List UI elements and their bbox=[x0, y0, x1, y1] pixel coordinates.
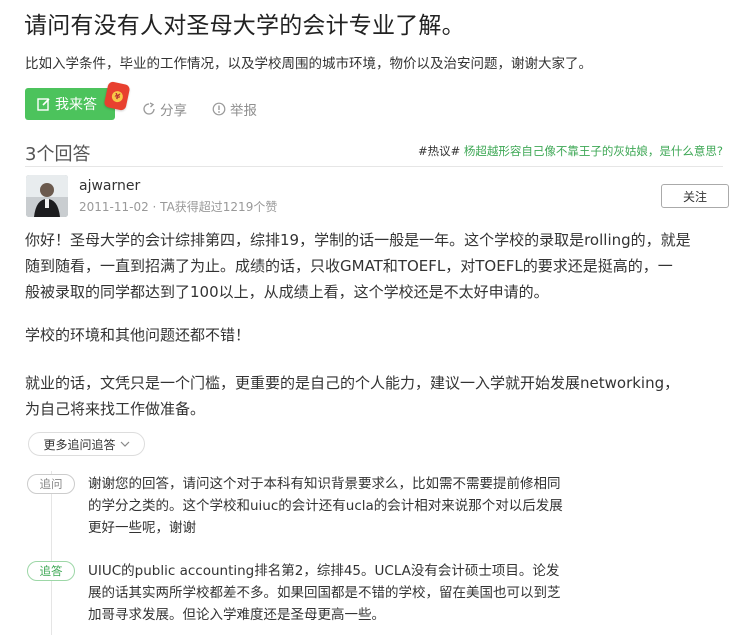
answer-paragraph: 学校的环境和其他问题还都不错！ bbox=[25, 322, 250, 348]
question-description: 比如入学条件，毕业的工作情况，以及学校周围的城市环境，物价以及治安问题，谢谢大家… bbox=[25, 56, 592, 72]
more-followups-label: 更多追问追答 bbox=[43, 437, 116, 452]
hot-topic-tag: #热议# bbox=[417, 144, 461, 158]
report-label: 举报 bbox=[230, 103, 257, 119]
question-title: 请问有没有人对圣母大学的会计专业了解。 bbox=[24, 13, 465, 39]
answer-paragraph: 你好！圣母大学的会计综排第四，综排19，学制的话一般是一年。这个学校的录取是ro… bbox=[25, 227, 691, 305]
follow-button[interactable]: 关注 bbox=[661, 184, 729, 208]
followup-line: UIUC的public accounting排名第2，综排45。UCLA没有会计… bbox=[88, 563, 560, 579]
avatar-image bbox=[26, 175, 68, 217]
answer-button[interactable]: 我来答 bbox=[25, 88, 115, 120]
followup-timeline bbox=[51, 471, 52, 635]
hot-topic-link[interactable]: 杨超越形容自己像不靠王子的灰姑娘，是什么意思? bbox=[464, 144, 723, 158]
followup-answer-tag: 追答 bbox=[27, 561, 75, 581]
followup-question-text: 谢谢您的回答，请问这个对于本科有知识背景要求么，比如需不需要提前修相同 的学分之… bbox=[88, 473, 563, 539]
edit-icon bbox=[37, 98, 50, 111]
followup-line: 展的话其实两所学校都差不多。如果回国都是不错的学校，留在美国也可以到芝 bbox=[88, 585, 561, 601]
answer-count: 3个回答 bbox=[25, 144, 91, 165]
answer-button-label: 我来答 bbox=[55, 97, 97, 113]
share-icon bbox=[143, 102, 155, 115]
followup-line: 的学分之类的。这个学校和uiuc的会计还有ucla的会计相对来说那个对以后发展 bbox=[88, 498, 563, 514]
answer-line: 随到随看，一直到招满了为止。成绩的话，只收GMAT和TOEFL，对TOEFL的要… bbox=[25, 257, 673, 275]
followup-line: 更好一些呢，谢谢 bbox=[88, 520, 196, 536]
answer-line: 般被录取的同学都达到了100以上，从成绩上看，这个学校还是不太好申请的。 bbox=[25, 283, 549, 301]
answer-line: 为自己将来找工作做准备。 bbox=[25, 400, 206, 418]
username[interactable]: ajwarner bbox=[79, 178, 140, 194]
answer-paragraph: 就业的话，文凭只是一个门槛，更重要的是自己的个人能力，建议一入学就开始发展net… bbox=[25, 370, 679, 422]
followup-answer-text: UIUC的public accounting排名第2，综排45。UCLA没有会计… bbox=[88, 560, 561, 626]
followup-line: 加哥寻求发展。但论入学难度还是圣母更高一些。 bbox=[88, 607, 385, 623]
share-label: 分享 bbox=[160, 103, 187, 119]
avatar[interactable] bbox=[26, 175, 68, 217]
answer-meta: 2011-11-02 · TA获得超过1219个赞 bbox=[79, 200, 278, 214]
hot-topic[interactable]: #热议# 杨超越形容自己像不靠王子的灰姑娘，是什么意思? bbox=[418, 143, 723, 159]
answer-line: 你好！圣母大学的会计综排第四，综排19，学制的话一般是一年。这个学校的录取是ro… bbox=[25, 231, 691, 249]
report-button[interactable]: 举报 bbox=[212, 99, 257, 119]
answer-line: 就业的话，文凭只是一个门槛，更重要的是自己的个人能力，建议一入学就开始发展net… bbox=[25, 374, 680, 392]
coin-icon: ¥ bbox=[110, 90, 124, 104]
followup-line: 谢谢您的回答，请问这个对于本科有知识背景要求么，比如需不需要提前修相同 bbox=[88, 476, 561, 492]
divider bbox=[25, 166, 723, 167]
answer-line: 学校的环境和其他问题还都不错！ bbox=[25, 326, 251, 344]
followup-question-tag: 追问 bbox=[27, 474, 75, 494]
chevron-down-icon bbox=[120, 441, 129, 447]
report-icon bbox=[212, 102, 226, 116]
more-followups-button[interactable]: 更多追问追答 bbox=[28, 432, 145, 456]
red-packet-icon[interactable]: ¥ bbox=[103, 80, 131, 112]
share-button[interactable]: 分享 bbox=[142, 99, 187, 119]
